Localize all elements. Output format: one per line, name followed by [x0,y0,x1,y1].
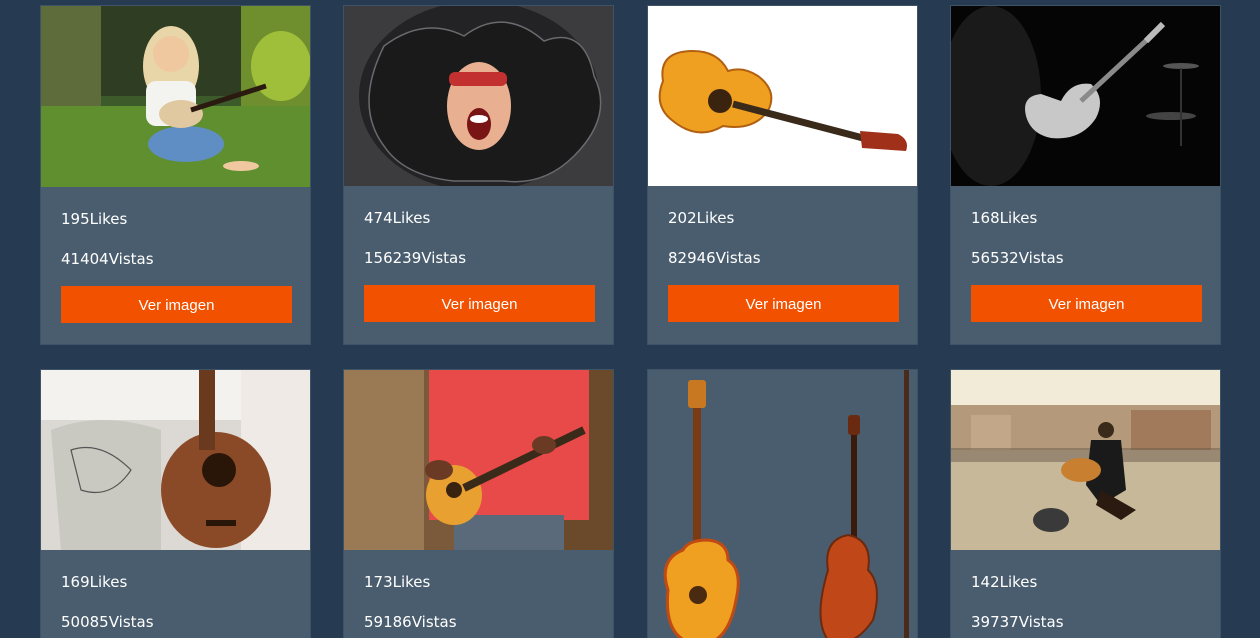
gallery-card: 474Likes 156239Vistas Ver imagen [343,5,614,345]
card-image[interactable] [41,6,310,187]
likes-count: 173Likes [364,573,431,591]
card-image[interactable] [344,6,613,186]
card-image[interactable] [951,370,1220,550]
image-gallery-grid: 195Likes 41404Vistas Ver imagen 474Likes… [0,0,1260,638]
gallery-card: 142Likes 39737Vistas [950,369,1221,638]
card-image[interactable] [344,370,613,550]
gallery-card [647,369,918,638]
card-image[interactable] [648,370,917,638]
gallery-card: 202Likes 82946Vistas Ver imagen [647,5,918,345]
gallery-card: 169Likes 50085Vistas [40,369,311,638]
views-count: 50085Vistas [61,613,154,631]
likes-count: 169Likes [61,573,128,591]
likes-count: 142Likes [971,573,1038,591]
view-image-button[interactable]: Ver imagen [668,285,899,322]
likes-count: 195Likes [61,210,128,228]
gallery-card: 173Likes 59186Vistas [343,369,614,638]
gallery-card: 195Likes 41404Vistas Ver imagen [40,5,311,345]
view-image-button[interactable]: Ver imagen [971,285,1202,322]
gallery-card: 168Likes 56532Vistas Ver imagen [950,5,1221,345]
views-count: 39737Vistas [971,613,1064,631]
card-image[interactable] [648,6,917,186]
card-image[interactable] [41,370,310,550]
views-count: 59186Vistas [364,613,457,631]
views-count: 41404Vistas [61,250,154,268]
card-image[interactable] [951,6,1220,186]
likes-count: 202Likes [668,209,735,227]
view-image-button[interactable]: Ver imagen [61,286,292,323]
views-count: 82946Vistas [668,249,761,267]
views-count: 56532Vistas [971,249,1064,267]
views-count: 156239Vistas [364,249,467,267]
view-image-button[interactable]: Ver imagen [364,285,595,322]
likes-count: 474Likes [364,209,431,227]
likes-count: 168Likes [971,209,1038,227]
